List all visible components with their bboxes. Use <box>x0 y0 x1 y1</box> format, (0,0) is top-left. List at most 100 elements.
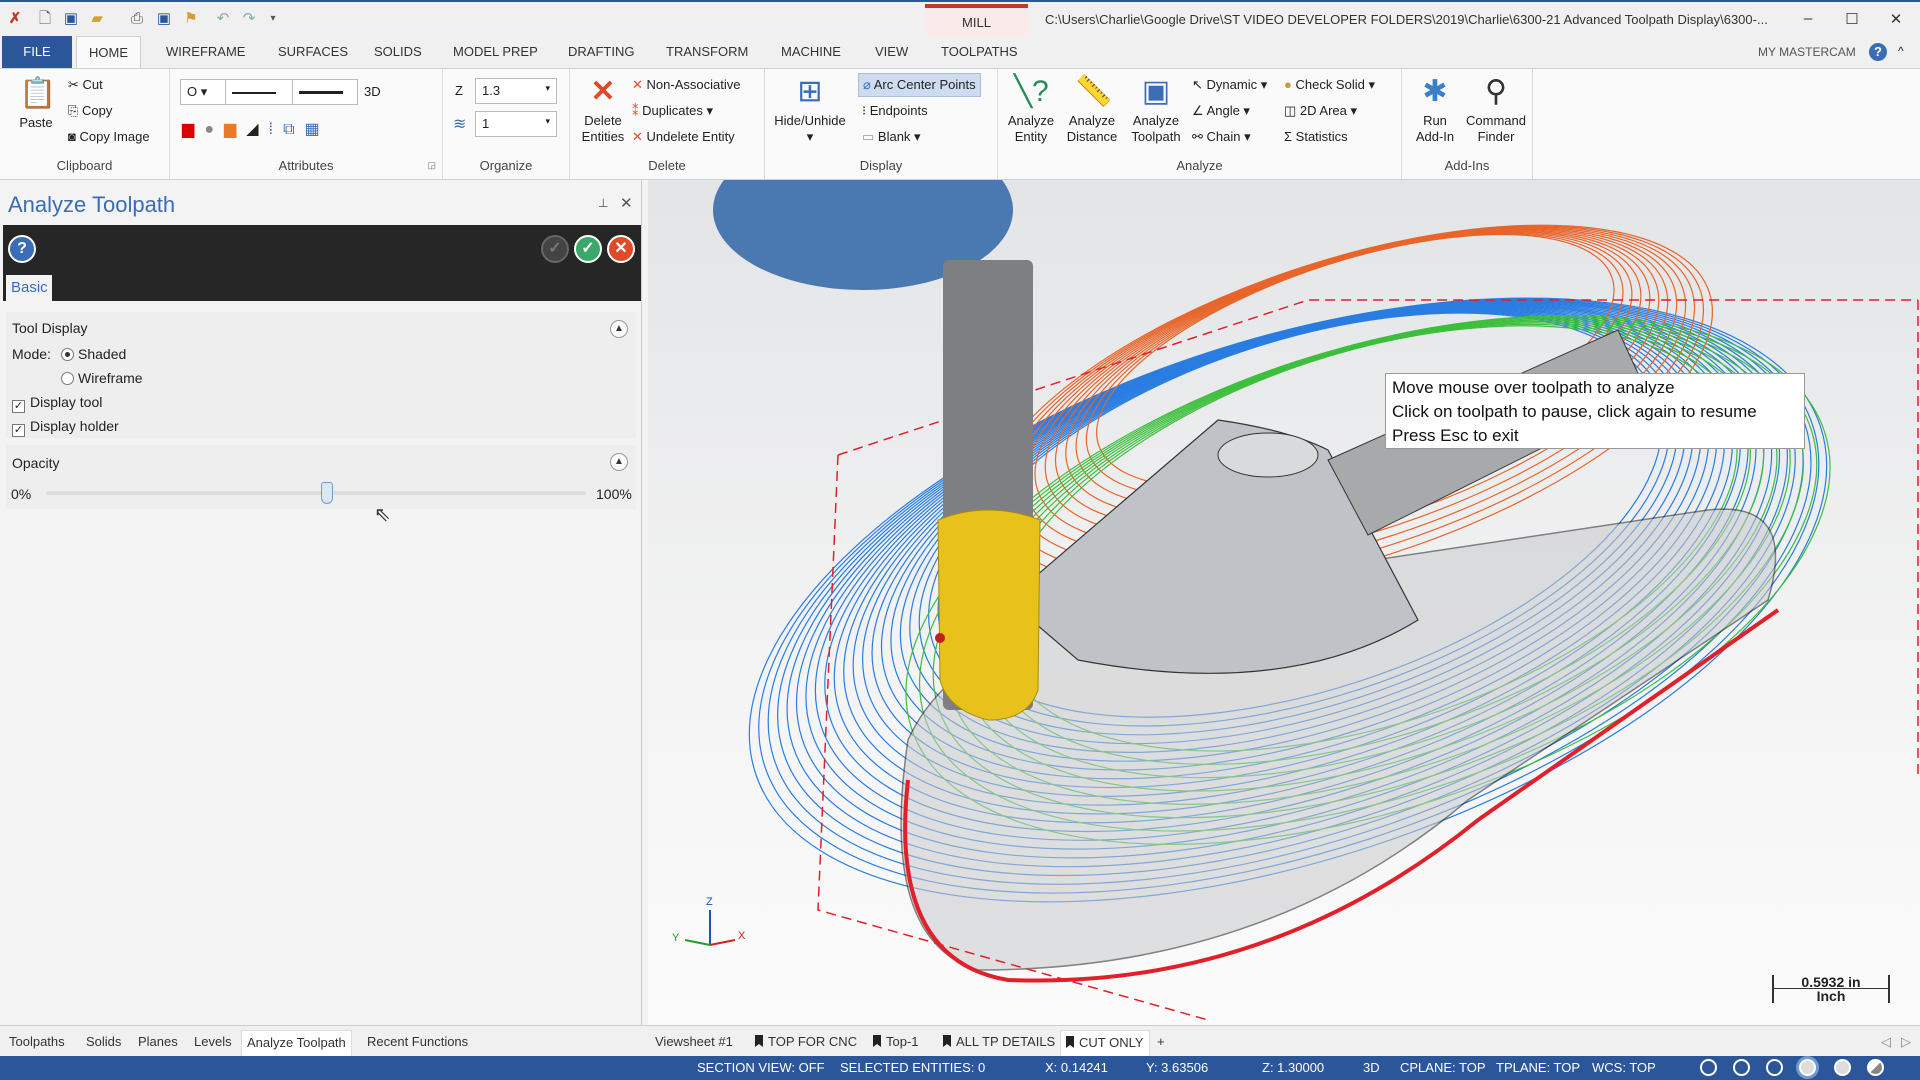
opacity-slider-thumb[interactable] <box>320 482 333 504</box>
scroll-right-icon[interactable]: ▷ <box>1896 1030 1916 1056</box>
tab-machine[interactable]: MACHINE <box>769 36 853 68</box>
blank-button[interactable]: ▭ Blank ▾ <box>862 129 921 145</box>
section-view-status[interactable]: SECTION VIEW: OFF <box>697 1060 825 1075</box>
2d-area-button[interactable]: ◫ 2D Area ▾ <box>1284 103 1357 119</box>
help-icon[interactable]: ? <box>1869 43 1887 61</box>
delete-entities-button[interactable]: ✕ Delete Entities <box>574 75 632 145</box>
display-tool-checkbox[interactable]: ✓ Display tool <box>12 394 102 413</box>
3d-mode-toggle[interactable]: 3D <box>364 84 381 99</box>
redo-icon[interactable]: ↷ <box>240 10 258 28</box>
collapse-ribbon-icon[interactable]: ^ <box>1898 44 1904 58</box>
viewsheet-top-for-cnc[interactable]: TOP FOR CNC <box>750 1030 862 1056</box>
paste-button[interactable]: 📋 Paste <box>8 77 64 131</box>
tab-model-prep[interactable]: MODEL PREP <box>441 36 550 68</box>
maximize-button[interactable]: ☐ <box>1837 10 1867 28</box>
statistics-button[interactable]: Σ Statistics <box>1284 129 1348 144</box>
save-as-icon[interactable]: ▣ <box>155 10 173 28</box>
non-associative-button[interactable]: ✕ Non-Associative <box>632 77 740 93</box>
hide-unhide-button[interactable]: ⊞ Hide/Unhide ▾ <box>769 75 851 145</box>
viewsheet-top-1[interactable]: Top-1 <box>868 1030 924 1056</box>
hidden-line-icon[interactable] <box>1733 1059 1750 1076</box>
scroll-left-icon[interactable]: ◁ <box>1876 1030 1896 1056</box>
cancel-x-icon[interactable]: ✕ <box>607 235 635 263</box>
dynamic-button[interactable]: ↖ Dynamic ▾ <box>1192 77 1267 93</box>
close-button[interactable]: ✕ <box>1881 10 1911 28</box>
ok-and-create-new-icon[interactable]: ✓ <box>541 235 569 263</box>
wcs-status[interactable]: WCS: TOP <box>1592 1060 1656 1075</box>
copy-image-button[interactable]: ◙ Copy Image <box>68 129 150 144</box>
endpoints-button[interactable]: ⁝ Endpoints <box>862 103 928 119</box>
customize-icon[interactable]: ▾ <box>264 10 282 28</box>
arc-center-points-button[interactable]: ⌀ Arc Center Points <box>858 73 981 97</box>
line-style-select[interactable] <box>225 79 293 105</box>
copy-button[interactable]: ⎘ Copy <box>68 103 112 119</box>
open-icon[interactable]: ▰ <box>88 10 106 28</box>
tab-solids-manager[interactable]: Solids <box>81 1030 126 1056</box>
analyze-distance-button[interactable]: 📏 Analyze Distance <box>1060 75 1124 145</box>
viewsheet-1[interactable]: Viewsheet #1 <box>650 1030 738 1056</box>
undo-icon[interactable]: ↶ <box>214 10 232 28</box>
wireframe-view-icon[interactable] <box>1700 1059 1717 1076</box>
viewsheet-cut-only[interactable]: CUT ONLY <box>1060 1030 1150 1056</box>
level-input[interactable]: 1 ▾ <box>475 111 557 137</box>
run-addin-button[interactable]: ✱ Run Add-In <box>1408 75 1462 145</box>
tab-analyze-toolpath[interactable]: Analyze Toolpath <box>241 1030 352 1056</box>
check-solid-button[interactable]: ● Check Solid ▾ <box>1284 77 1375 93</box>
minimize-button[interactable]: – <box>1793 10 1823 27</box>
opacity-slider[interactable] <box>46 491 586 495</box>
cplane-status[interactable]: CPLANE: TOP <box>1400 1060 1486 1075</box>
pin-icon[interactable]: ⊥ <box>598 196 608 210</box>
dialog-launcher-icon[interactable]: ◲ <box>427 160 436 171</box>
angle-button[interactable]: ∠ Angle ▾ <box>1192 103 1250 119</box>
my-mastercam-link[interactable]: MY MASTERCAM <box>1746 36 1868 68</box>
collapse-chevron-icon[interactable]: ▲ <box>610 453 628 471</box>
tab-wireframe[interactable]: WIREFRAME <box>154 36 257 68</box>
viewsheet-all-tp-details[interactable]: ALL TP DETAILS <box>938 1030 1060 1056</box>
panel-close-icon[interactable]: ✕ <box>620 194 633 212</box>
help-icon[interactable]: ? <box>8 235 36 263</box>
folder-icon[interactable]: ⚑ <box>182 10 200 28</box>
tab-file[interactable]: FILE <box>2 36 72 68</box>
duplicates-label: Duplicates <box>642 103 703 118</box>
add-viewsheet-button[interactable]: + <box>1152 1030 1170 1056</box>
tab-transform[interactable]: TRANSFORM <box>654 36 760 68</box>
tab-toolpaths[interactable]: TOOLPATHS <box>929 36 1030 68</box>
point-style-select[interactable]: O ▾ <box>180 79 226 105</box>
tab-surfaces[interactable]: SURFACES <box>266 36 360 68</box>
tab-basic[interactable]: Basic <box>6 275 52 302</box>
undelete-entity-button[interactable]: ✕ Undelete Entity <box>632 129 735 145</box>
collapse-chevron-icon[interactable]: ▲ <box>610 320 628 338</box>
cut-button[interactable]: ✂ Cut <box>68 77 103 93</box>
shaded-radio[interactable]: Shaded <box>61 346 126 362</box>
duplicates-button[interactable]: ⁑ Duplicates ▾ <box>632 103 713 119</box>
display-holder-checkbox[interactable]: ✓ Display holder <box>12 418 119 437</box>
analyze-entity-button[interactable]: ╲? Analyze Entity <box>1004 75 1058 145</box>
tab-view[interactable]: VIEW <box>863 36 920 68</box>
tab-toolpaths-manager[interactable]: Toolpaths <box>4 1030 70 1056</box>
tab-drafting[interactable]: DRAFTING <box>556 36 646 68</box>
tab-recent-functions[interactable]: Recent Functions <box>362 1030 473 1056</box>
new-icon[interactable]: 🗋 <box>36 10 54 28</box>
3d-mode-status[interactable]: 3D <box>1363 1060 1380 1075</box>
line-width-select[interactable] <box>292 79 358 105</box>
attribute-color-tools[interactable]: ▆●▆◢⁞⧉▦ <box>182 119 330 139</box>
mastercam-logo-icon[interactable]: ✗ <box>6 10 24 28</box>
ok-check-icon[interactable]: ✓ <box>574 235 602 263</box>
command-finder-button[interactable]: ⚲ Command Finder <box>1464 75 1528 145</box>
shaded-outline-icon[interactable] <box>1766 1059 1783 1076</box>
tab-planes-manager[interactable]: Planes <box>133 1030 183 1056</box>
save-icon[interactable]: ▣ <box>62 10 80 28</box>
chain-button[interactable]: ⚯ Chain ▾ <box>1192 129 1251 145</box>
tab-home[interactable]: HOME <box>76 36 141 68</box>
wireframe-radio[interactable]: Wireframe <box>61 370 143 386</box>
graphics-viewport[interactable]: Move mouse over toolpath to analyze Clic… <box>648 180 1920 1025</box>
tab-levels-manager[interactable]: Levels <box>189 1030 237 1056</box>
translucency-icon[interactable] <box>1867 1059 1884 1076</box>
tab-solids[interactable]: SOLIDS <box>362 36 434 68</box>
analyze-toolpath-button[interactable]: ▣ Analyze Toolpath <box>1126 75 1186 145</box>
shaded-edges-icon[interactable] <box>1834 1059 1851 1076</box>
print-icon[interactable]: ⎙ <box>128 10 146 28</box>
shaded-icon[interactable] <box>1799 1059 1816 1076</box>
z-depth-input[interactable]: 1.3 ▾ <box>475 78 557 104</box>
tplane-status[interactable]: TPLANE: TOP <box>1496 1060 1580 1075</box>
